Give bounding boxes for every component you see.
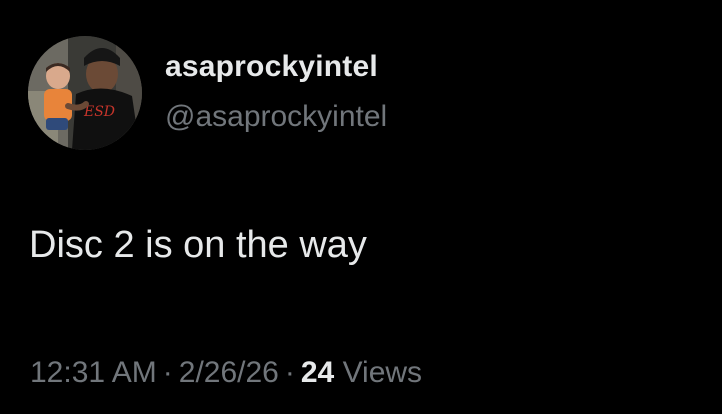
tweet-date[interactable]: 2/26/26 [179, 356, 279, 389]
views-count[interactable]: 24 [301, 356, 334, 389]
tweet-text: Disc 2 is on the way [29, 224, 367, 266]
author-avatar[interactable]: ESD [28, 36, 142, 150]
author-handle[interactable]: @asaprockyintel [165, 100, 387, 134]
meta-separator: · [284, 356, 295, 389]
tweet-card: ESD asaprockyintel @asaprockyintel Disc … [0, 0, 722, 414]
tweet-meta: 12:31 AM · 2/26/26 · 24 Views [30, 356, 422, 390]
views-label[interactable]: Views [343, 356, 422, 389]
meta-separator: · [162, 356, 173, 389]
tweet-time[interactable]: 12:31 AM [30, 356, 157, 389]
avatar-photo-icon: ESD [28, 36, 142, 150]
author-display-name[interactable]: asaprockyintel [165, 50, 378, 84]
